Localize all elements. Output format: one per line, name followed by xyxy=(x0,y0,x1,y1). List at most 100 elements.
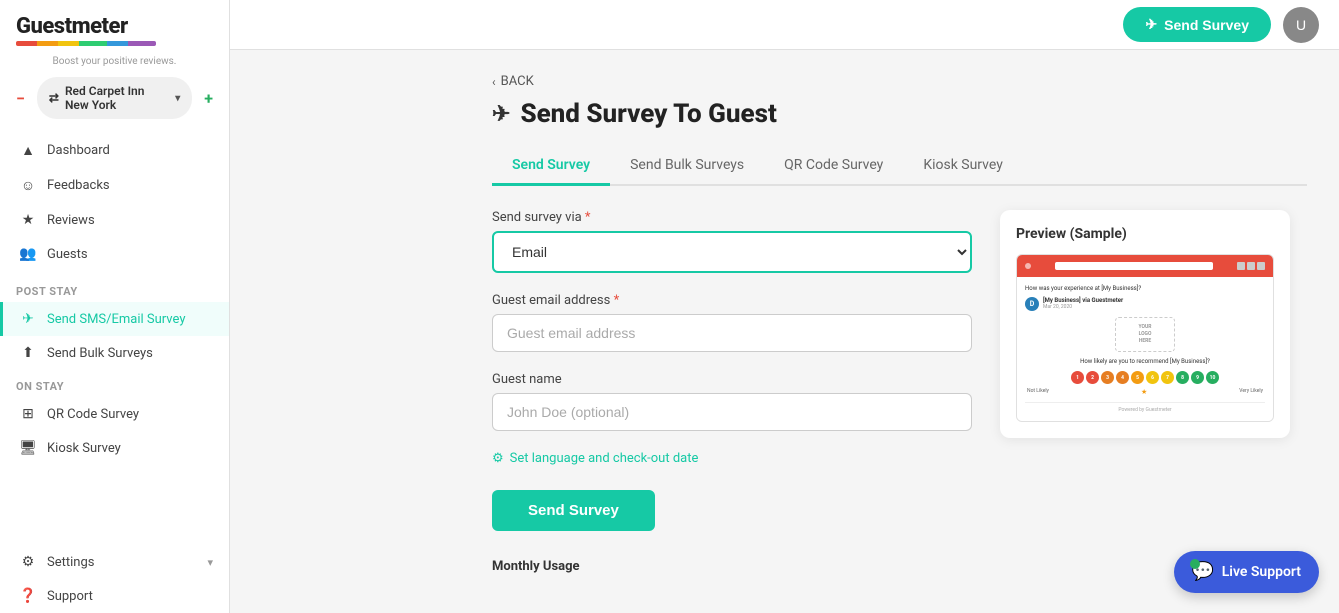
online-dot xyxy=(1190,559,1200,569)
tab-qr-code-survey[interactable]: QR Code Survey xyxy=(764,147,903,186)
email-input[interactable] xyxy=(492,314,972,352)
on-stay-section-label: On Stay xyxy=(0,370,229,397)
sender-avatar: D xyxy=(1025,297,1039,311)
live-support-button[interactable]: 💬 Live Support xyxy=(1174,551,1319,593)
email-date: Mar 20, 2020 xyxy=(1043,304,1265,310)
venue-name: Red Carpet Inn New York xyxy=(65,84,169,112)
sidebar-item-label: Feedbacks xyxy=(47,178,110,193)
main-content: ‹ BACK ✈ Send Survey To Guest Send Surve… xyxy=(460,50,1339,613)
rating-scale: 12345678910 xyxy=(1025,371,1265,384)
scale-labels: Not Likely ★ Very Likely xyxy=(1025,388,1265,396)
chat-icon-wrap: 💬 xyxy=(1192,561,1214,583)
logo-area: Guestmeter xyxy=(0,0,229,52)
email-subject: How was your experience at [My Business]… xyxy=(1025,285,1265,292)
browser-btn xyxy=(1257,262,1265,270)
email-body: How was your experience at [My Business]… xyxy=(1017,277,1273,421)
venue-icon: ⇄ xyxy=(49,91,59,105)
sidebar-item-dashboard[interactable]: ▲ Dashboard xyxy=(0,133,229,168)
set-language-link[interactable]: ⚙ Set language and check-out date xyxy=(492,451,972,466)
send-survey-btn-label: Send Survey xyxy=(528,502,619,519)
chevron-down-icon: ▾ xyxy=(175,93,180,104)
live-support-label: Live Support xyxy=(1222,564,1301,580)
sidebar-item-label: Kiosk Survey xyxy=(47,441,121,456)
required-indicator: * xyxy=(614,293,620,308)
page-title-text: Send Survey To Guest xyxy=(520,99,776,129)
scale-label-left: Not Likely xyxy=(1027,388,1049,396)
preview-title: Preview (Sample) xyxy=(1016,226,1274,242)
guests-icon: 👥 xyxy=(19,246,37,262)
scale-btn-7: 7 xyxy=(1161,371,1174,384)
email-row: D [My Business] via Guestmeter Mar 20, 2… xyxy=(1025,297,1265,311)
scale-btn-10: 10 xyxy=(1206,371,1219,384)
name-input[interactable] xyxy=(492,393,972,431)
sidebar-item-guests[interactable]: 👥 Guests xyxy=(0,237,229,271)
gear-icon: ⚙ xyxy=(492,451,504,466)
minus-icon[interactable]: − xyxy=(16,89,25,108)
sidebar: Guestmeter Boost your positive reviews. … xyxy=(0,0,230,613)
sidebar-item-label: Dashboard xyxy=(47,143,110,158)
send-survey-top-button[interactable]: ✈ Send Survey xyxy=(1123,7,1271,42)
scale-btn-5: 5 xyxy=(1131,371,1144,384)
send-survey-top-label: Send Survey xyxy=(1164,17,1249,33)
sidebar-item-reviews[interactable]: ★ Reviews xyxy=(0,203,229,237)
scale-label-right: Very Likely xyxy=(1239,388,1263,396)
logo-line1: YOUR xyxy=(1122,324,1168,331)
send-via-select[interactable]: Email SMS xyxy=(492,231,972,273)
survey-question: How likely are you to recommend [My Busi… xyxy=(1025,358,1265,365)
send-via-group: Send survey via * Email SMS xyxy=(492,210,972,273)
sidebar-item-settings[interactable]: ⚙ Settings ▾ xyxy=(0,545,229,579)
tab-label: Send Bulk Surveys xyxy=(630,157,744,173)
post-stay-section-label: Post Stay xyxy=(0,275,229,302)
logo-line2: LOGO xyxy=(1122,331,1168,338)
sidebar-item-kiosk[interactable]: 🖥 Kiosk Survey xyxy=(0,431,229,465)
email-preview: How was your experience at [My Business]… xyxy=(1016,254,1274,422)
sidebar-item-label: Settings xyxy=(47,555,94,570)
tab-kiosk-survey[interactable]: Kiosk Survey xyxy=(903,147,1023,186)
browser-buttons xyxy=(1237,262,1265,270)
browser-dot xyxy=(1025,263,1031,269)
preview-panel: Preview (Sample) How was your experience… xyxy=(1000,210,1290,438)
logo-placeholder: YOUR LOGO HERE xyxy=(1115,317,1175,352)
sender-name: [My Business] via Guestmeter xyxy=(1043,297,1265,304)
scale-btn-3: 3 xyxy=(1101,371,1114,384)
sidebar-item-qr-code[interactable]: ⊞ QR Code Survey xyxy=(0,397,229,431)
tab-send-bulk-surveys[interactable]: Send Bulk Surveys xyxy=(610,147,764,186)
sidebar-item-feedbacks[interactable]: ☺ Feedbacks xyxy=(0,168,229,203)
back-link[interactable]: ‹ BACK xyxy=(492,74,1307,89)
star-icon: ★ xyxy=(1141,388,1147,396)
logo-bar xyxy=(16,41,156,46)
scale-btn-4: 4 xyxy=(1116,371,1129,384)
kiosk-icon: 🖥 xyxy=(19,440,37,456)
scale-btn-6: 6 xyxy=(1146,371,1159,384)
scale-btn-8: 8 xyxy=(1176,371,1189,384)
sidebar-item-send-sms-email[interactable]: ✈ Send SMS/Email Survey xyxy=(0,302,229,336)
required-indicator: * xyxy=(585,210,591,225)
plus-icon[interactable]: + xyxy=(204,89,213,108)
star-icon: ★ xyxy=(19,212,37,228)
sidebar-item-label: Send Bulk Surveys xyxy=(47,346,153,361)
email-group: Guest email address * xyxy=(492,293,972,352)
topbar: ✈ Send Survey U xyxy=(230,0,1339,50)
user-avatar-button[interactable]: U xyxy=(1283,7,1319,43)
feedback-icon: ☺ xyxy=(19,177,37,194)
dashboard-icon: ▲ xyxy=(19,142,37,159)
scale-btn-2: 2 xyxy=(1086,371,1099,384)
sidebar-item-send-bulk[interactable]: ⬆ Send Bulk Surveys xyxy=(0,336,229,370)
venue-selector[interactable]: ⇄ Red Carpet Inn New York ▾ xyxy=(37,77,192,119)
tab-label: Kiosk Survey xyxy=(923,157,1003,173)
support-icon: ❓ xyxy=(19,588,37,604)
name-group: Guest name xyxy=(492,372,972,431)
scale-btn-9: 9 xyxy=(1191,371,1204,384)
title-plane-icon: ✈ xyxy=(492,102,510,127)
qr-icon: ⊞ xyxy=(19,406,37,422)
sidebar-item-label: Support xyxy=(47,589,93,604)
tab-send-survey[interactable]: Send Survey xyxy=(492,147,610,186)
sidebar-item-support[interactable]: ❓ Support xyxy=(0,579,229,613)
sidebar-controls: − ⇄ Red Carpet Inn New York ▾ + xyxy=(0,67,229,129)
logo-text: Guestmeter xyxy=(16,14,213,39)
email-footer: Powered by Guestmeter xyxy=(1025,402,1265,413)
send-survey-button[interactable]: Send Survey xyxy=(492,490,655,531)
back-label: BACK xyxy=(501,74,534,89)
upload-icon: ⬆ xyxy=(19,345,37,361)
search-bar xyxy=(1055,262,1213,270)
